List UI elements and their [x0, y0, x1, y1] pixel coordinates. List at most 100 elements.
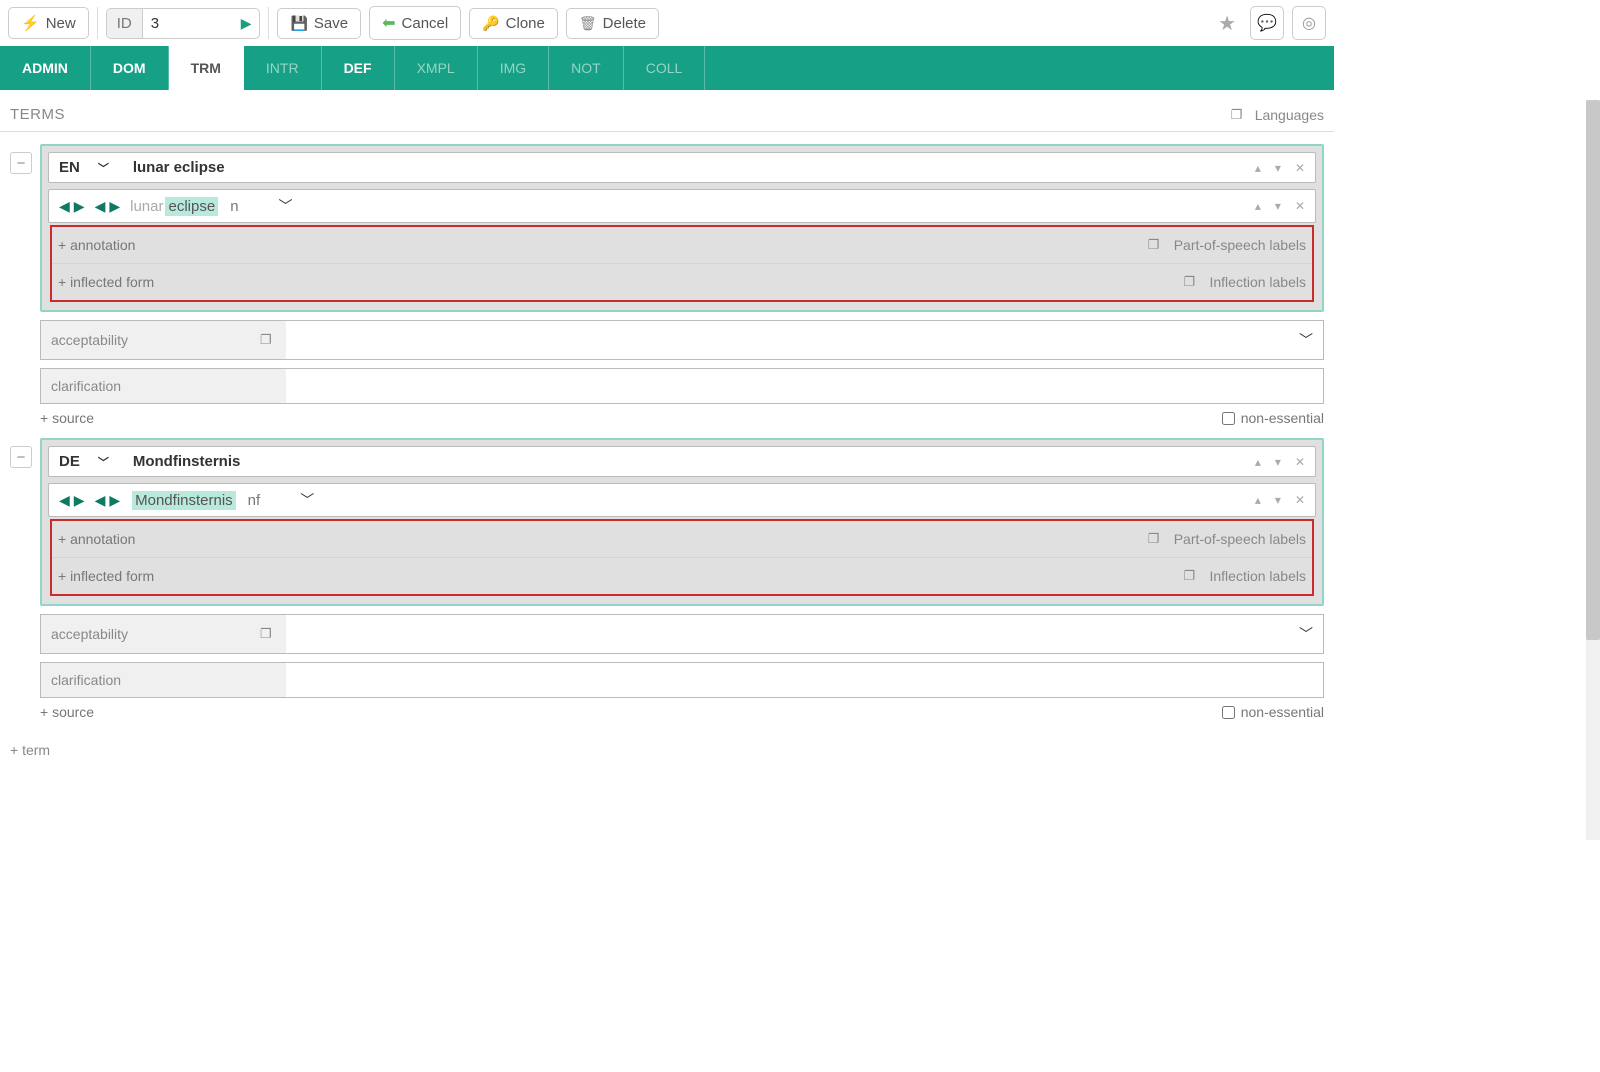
- move-down-icon[interactable]: ▾: [1275, 455, 1281, 469]
- word-display[interactable]: lunar eclipse: [130, 197, 218, 216]
- acceptability-select[interactable]: ﹀: [286, 321, 1323, 359]
- speech-bubble-icon: 💬: [1257, 13, 1277, 33]
- cancel-button[interactable]: ⬅ Cancel: [369, 6, 461, 40]
- move-down-icon[interactable]: ▾: [1275, 493, 1281, 507]
- tab-def[interactable]: DEF: [322, 46, 395, 90]
- annotation-row: + annotation Part-of-speech labels: [52, 521, 1312, 557]
- id-input[interactable]: [143, 9, 233, 38]
- prev-char-icon[interactable]: ◀: [95, 492, 106, 509]
- id-label: ID: [107, 9, 143, 38]
- inflected-row: + inflected form Inflection labels: [52, 557, 1312, 594]
- close-icon[interactable]: ✕: [1295, 455, 1305, 469]
- pos-value: nf: [248, 492, 261, 509]
- add-source-button[interactable]: + source: [40, 704, 94, 720]
- language-code: DE: [59, 453, 80, 470]
- non-essential-label: non-essential: [1241, 704, 1324, 720]
- word-highlight: Mondfinsternis: [132, 491, 236, 510]
- move-up-icon[interactable]: ▴: [1255, 493, 1261, 507]
- window-icon: [1231, 107, 1247, 123]
- window-icon[interactable]: [260, 332, 276, 348]
- next-char-icon[interactable]: ▶: [109, 198, 120, 215]
- tab-intr[interactable]: INTR: [244, 46, 322, 90]
- clarification-input[interactable]: [286, 663, 1323, 697]
- pos-labels-link[interactable]: Part-of-speech labels: [1148, 531, 1306, 547]
- save-button[interactable]: 💾 Save: [277, 8, 361, 39]
- prev-word-icon[interactable]: ◀: [59, 492, 70, 509]
- window-icon[interactable]: [260, 626, 276, 642]
- delete-button[interactable]: 🗑 Delete: [566, 8, 659, 39]
- language-select[interactable]: EN ﹀: [59, 159, 121, 176]
- term-text[interactable]: lunar eclipse: [133, 159, 1255, 176]
- move-up-icon[interactable]: ▴: [1255, 455, 1261, 469]
- clone-button[interactable]: 🔑 Clone: [469, 8, 558, 39]
- collapse-button[interactable]: −: [10, 446, 32, 468]
- prev-char-icon[interactable]: ◀: [95, 198, 106, 215]
- inflection-labels-link[interactable]: Inflection labels: [1183, 568, 1306, 584]
- row-controls: ▴ ▾ ✕: [1255, 161, 1305, 175]
- term-text[interactable]: Mondfinsternis: [133, 453, 1255, 470]
- term-block: DE ﹀ Mondfinsternis ▴ ▾ ✕ ◀ ▶ ◀ ▶: [40, 438, 1324, 606]
- term-block: EN ﹀ lunar eclipse ▴ ▾ ✕ ◀ ▶ ◀ ▶: [40, 144, 1324, 312]
- window-icon: [1148, 237, 1164, 253]
- tab-trm[interactable]: TRM: [169, 46, 244, 90]
- scrollbar-thumb[interactable]: [1586, 100, 1600, 640]
- term-row: − DE ﹀ Mondfinsternis ▴ ▾ ✕ ◀ ▶: [10, 438, 1324, 720]
- move-down-icon[interactable]: ▾: [1275, 161, 1281, 175]
- close-icon[interactable]: ✕: [1295, 493, 1305, 507]
- move-down-icon[interactable]: ▾: [1275, 199, 1281, 213]
- close-icon[interactable]: ✕: [1295, 199, 1305, 213]
- tab-xmpl[interactable]: XMPL: [395, 46, 478, 90]
- next-word-icon[interactable]: ▶: [74, 492, 85, 509]
- window-icon: [1148, 531, 1164, 547]
- new-button[interactable]: ⚡ New: [8, 7, 89, 39]
- chevron-down-icon: ﹀: [98, 160, 109, 176]
- tab-img[interactable]: IMG: [478, 46, 549, 90]
- scrollbar[interactable]: [1586, 100, 1600, 840]
- tab-not[interactable]: NOT: [549, 46, 624, 90]
- add-inflected-button[interactable]: + inflected form: [58, 274, 154, 290]
- non-essential-toggle[interactable]: non-essential: [1222, 704, 1324, 720]
- clarification-input[interactable]: [286, 369, 1323, 403]
- acceptability-label: acceptability: [41, 615, 286, 653]
- pos-dropdown[interactable]: ﹀: [279, 196, 293, 216]
- non-essential-toggle[interactable]: non-essential: [1222, 410, 1324, 426]
- section-title: TERMS: [10, 106, 65, 123]
- pos-labels-link[interactable]: Part-of-speech labels: [1148, 237, 1306, 253]
- tab-coll[interactable]: COLL: [624, 46, 706, 90]
- close-icon[interactable]: ✕: [1295, 161, 1305, 175]
- prev-word-icon[interactable]: ◀: [59, 198, 70, 215]
- add-inflected-button[interactable]: + inflected form: [58, 568, 154, 584]
- language-code: EN: [59, 159, 80, 176]
- pos-dropdown[interactable]: ﹀: [300, 490, 314, 510]
- non-essential-checkbox[interactable]: [1222, 706, 1235, 719]
- id-go-button[interactable]: ▶: [233, 9, 260, 38]
- next-char-icon[interactable]: ▶: [109, 492, 120, 509]
- inflected-row: + inflected form Inflection labels: [52, 263, 1312, 300]
- tab-admin[interactable]: ADMIN: [0, 46, 91, 90]
- pos-labels-text: Part-of-speech labels: [1174, 531, 1306, 547]
- favorite-star-icon[interactable]: ★: [1212, 11, 1242, 36]
- next-word-icon[interactable]: ▶: [74, 198, 85, 215]
- language-select[interactable]: DE ﹀: [59, 453, 121, 470]
- nav-arrows-2: ◀ ▶: [95, 492, 121, 509]
- tab-dom[interactable]: DOM: [91, 46, 169, 90]
- languages-link[interactable]: Languages: [1231, 107, 1324, 123]
- non-essential-checkbox[interactable]: [1222, 412, 1235, 425]
- move-up-icon[interactable]: ▴: [1255, 199, 1261, 213]
- inflection-labels-link[interactable]: Inflection labels: [1183, 274, 1306, 290]
- add-annotation-button[interactable]: + annotation: [58, 237, 135, 253]
- chevron-down-icon: ﹀: [1299, 330, 1313, 350]
- nav-arrows: ◀ ▶: [59, 492, 85, 509]
- add-source-button[interactable]: + source: [40, 410, 94, 426]
- id-group: ID ▶: [106, 8, 261, 39]
- add-term-button[interactable]: + term: [10, 732, 1324, 758]
- word-display[interactable]: Mondfinsternis: [130, 491, 236, 510]
- move-up-icon[interactable]: ▴: [1255, 161, 1261, 175]
- term-footer: + source non-essential: [40, 698, 1324, 720]
- acceptability-select[interactable]: ﹀: [286, 615, 1323, 653]
- add-annotation-button[interactable]: + annotation: [58, 531, 135, 547]
- nav-arrows-2: ◀ ▶: [95, 198, 121, 215]
- target-button[interactable]: ◎: [1292, 6, 1326, 40]
- comment-button[interactable]: 💬: [1250, 6, 1284, 40]
- collapse-button[interactable]: −: [10, 152, 32, 174]
